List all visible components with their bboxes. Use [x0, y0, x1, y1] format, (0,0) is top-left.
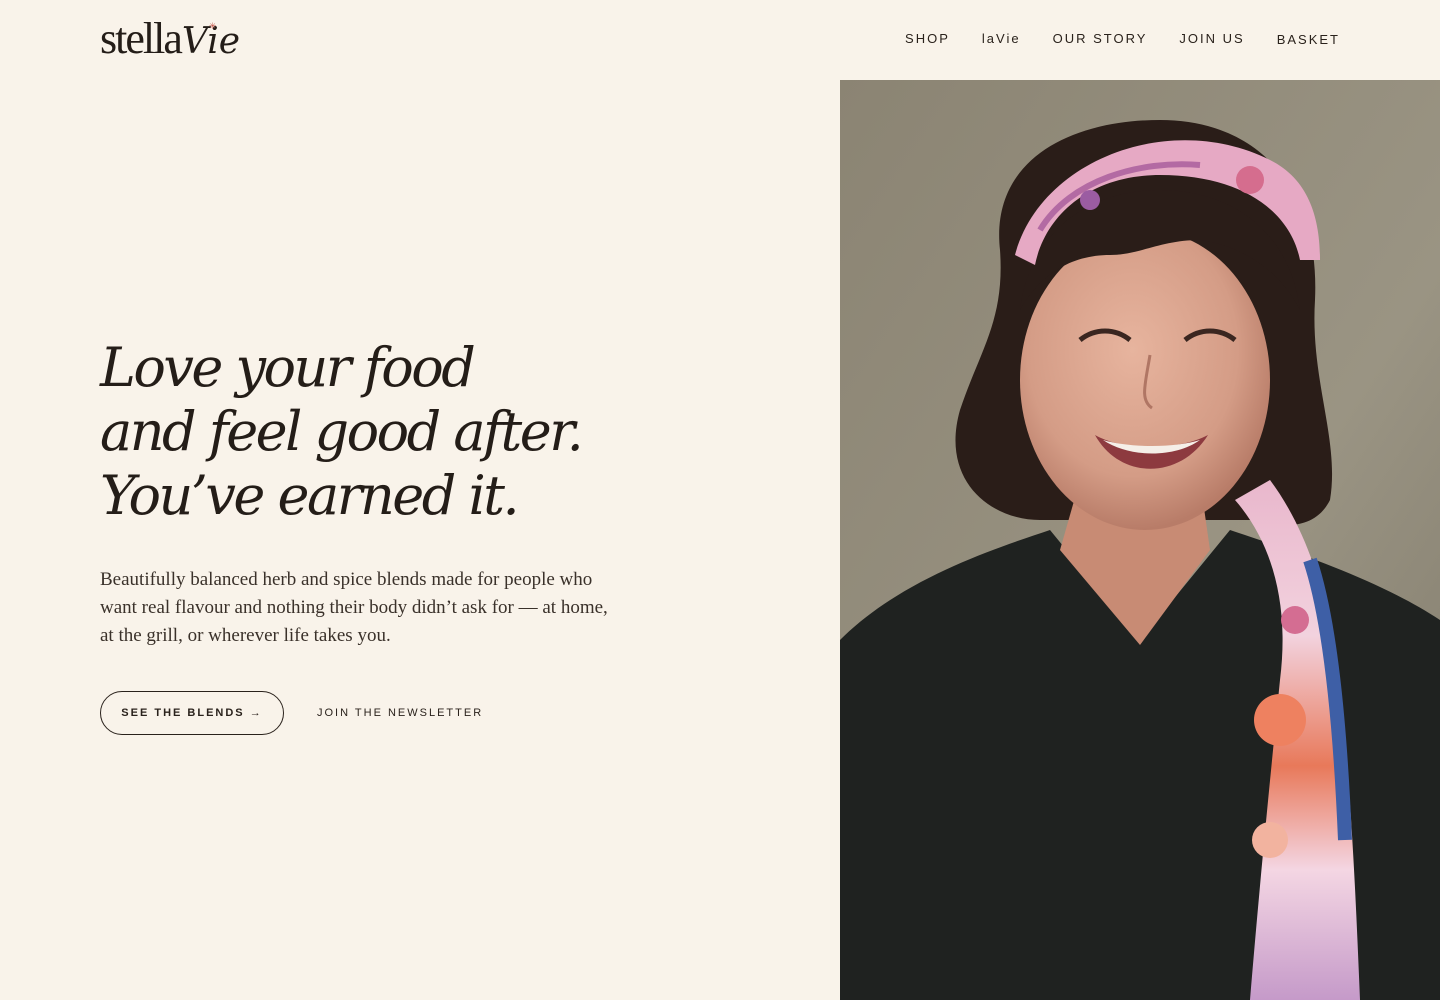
see-the-blends-button[interactable]: SEE THE BLENDS →: [100, 691, 284, 735]
hero-description: Beautifully balanced herb and spice blen…: [100, 569, 608, 646]
logo-star-icon: ✳: [208, 22, 217, 32]
hero-headline-line: Love your food: [100, 336, 476, 399]
main-nav: SHOP laVie OUR STORY JOIN US BASKET: [905, 30, 1340, 48]
brand-logo[interactable]: stella Vie ✳: [100, 14, 240, 64]
hero-headline: Love your food and feel good after. You’…: [100, 336, 584, 528]
nav-shop[interactable]: SHOP: [905, 31, 950, 46]
nav-our-story[interactable]: OUR STORY: [1053, 31, 1148, 46]
founder-portrait: [840, 80, 1440, 1000]
nav-basket[interactable]: BASKET: [1277, 32, 1340, 47]
nav-lavie[interactable]: laVie: [982, 31, 1021, 46]
nav-join-us[interactable]: JOIN US: [1179, 31, 1244, 46]
logo-wordmark: stella: [100, 14, 183, 63]
join-newsletter-link[interactable]: JOIN THE NEWSLETTER: [317, 705, 483, 721]
hero-headline-line: and feel good after.: [100, 400, 584, 463]
logo-wordmark-accent: Vie ✳: [182, 17, 240, 67]
hero-headline-line: You’ve earned it.: [100, 464, 520, 527]
